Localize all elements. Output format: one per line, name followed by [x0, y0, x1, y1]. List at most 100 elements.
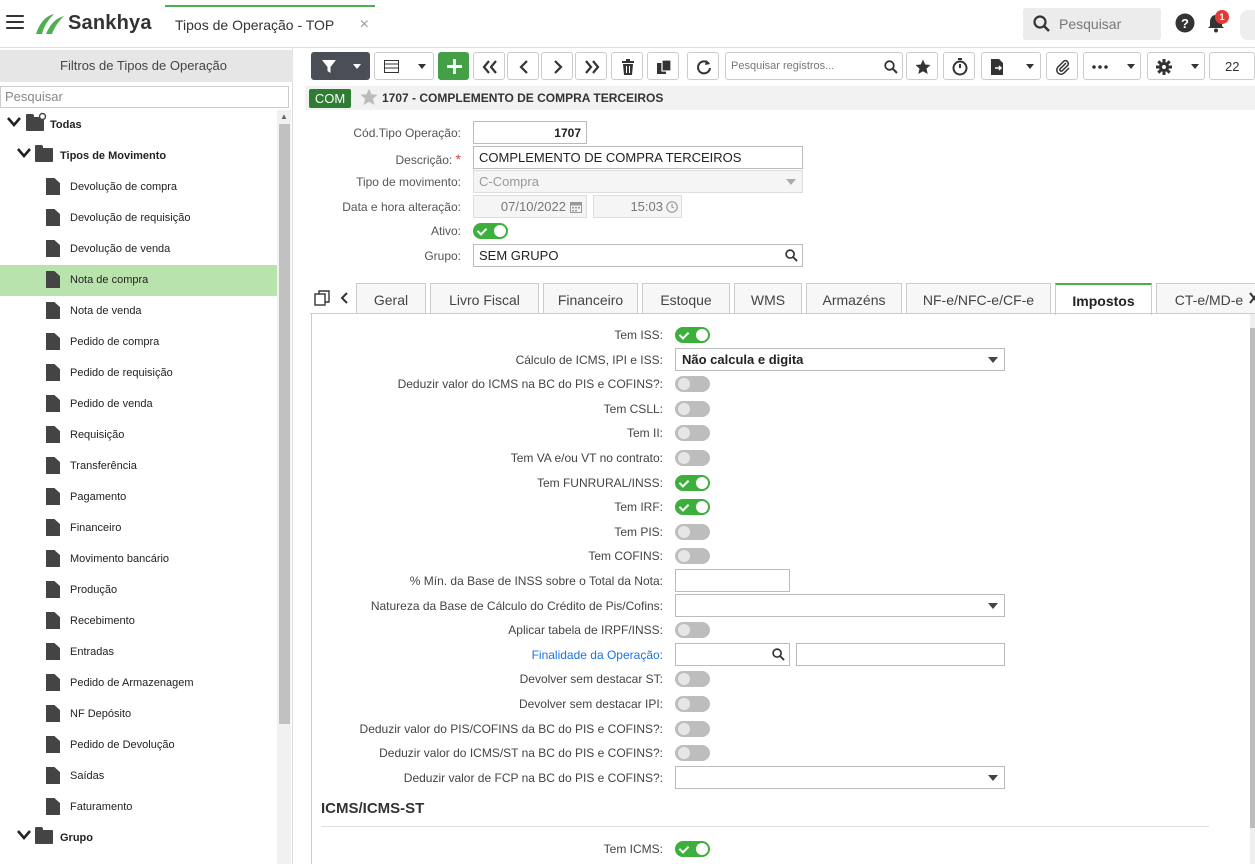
content-scroll-thumb[interactable]: [1250, 328, 1255, 828]
tree-node[interactable]: Recebimento: [0, 606, 277, 637]
settings-button[interactable]: [1147, 52, 1205, 80]
tree-node[interactable]: Todas: [0, 110, 277, 141]
toggle-switch[interactable]: [675, 696, 710, 712]
toggle-switch[interactable]: [675, 721, 710, 737]
copy-icon[interactable]: [314, 290, 330, 306]
tree-node[interactable]: Movimento bancário: [0, 544, 277, 575]
descricao-field[interactable]: COMPLEMENTO DE COMPRA TERCEIROS: [473, 146, 803, 169]
toggle-switch[interactable]: [675, 401, 710, 417]
tree-node-label: Produção: [70, 584, 118, 596]
grupo-field[interactable]: SEM GRUPO: [473, 244, 803, 267]
tree-node[interactable]: Pedido de venda: [0, 389, 277, 420]
content-scrollbar[interactable]: [1250, 314, 1255, 864]
chevron-down-icon[interactable]: [17, 830, 31, 840]
tree-node[interactable]: Devolução de requisição: [0, 203, 277, 234]
select-field[interactable]: [675, 766, 1005, 789]
toggle-switch[interactable]: [675, 622, 710, 638]
open-tab[interactable]: Tipos de Operação - TOP ×: [165, 5, 375, 43]
favorite-button[interactable]: [906, 52, 938, 80]
text-field[interactable]: [675, 569, 790, 592]
tree-node[interactable]: Requisição: [0, 420, 277, 451]
timer-button[interactable]: [943, 52, 975, 80]
tree-node[interactable]: Transferência: [0, 451, 277, 482]
next-record-button[interactable]: [541, 52, 573, 80]
tree-node[interactable]: Pagamento: [0, 482, 277, 513]
attachment-button[interactable]: [1046, 52, 1078, 80]
lookup-code-field[interactable]: [675, 643, 790, 666]
tab-financeiro[interactable]: Financeiro: [543, 283, 638, 314]
cod-tipo-operacao-field[interactable]: 1707: [473, 121, 587, 144]
search-icon[interactable]: [772, 648, 785, 661]
toggle-switch[interactable]: [675, 450, 710, 466]
refresh-button[interactable]: [687, 52, 719, 80]
tree-node[interactable]: NF Depósito: [0, 699, 277, 730]
tem-icms-toggle[interactable]: [675, 841, 710, 857]
field-label[interactable]: Finalidade da Operação:: [313, 648, 663, 662]
chevron-down-icon[interactable]: [17, 148, 31, 158]
toggle-switch[interactable]: [675, 327, 710, 343]
tab-estoque[interactable]: Estoque: [642, 283, 730, 314]
tab-livro-fiscal[interactable]: Livro Fiscal: [430, 283, 539, 314]
record-search-input[interactable]: Pesquisar registros...: [725, 52, 903, 80]
tree-node[interactable]: Pedido de Devolução: [0, 730, 277, 761]
tree-node[interactable]: Pedido de Armazenagem: [0, 668, 277, 699]
lookup-description-field[interactable]: [796, 643, 1005, 666]
tree-node-label: Pedido de Devolução: [70, 739, 175, 751]
add-button[interactable]: [438, 52, 469, 80]
tree-node[interactable]: Devolução de compra: [0, 172, 277, 203]
filter-button[interactable]: [311, 52, 370, 80]
tree-node[interactable]: Grupo: [0, 823, 277, 854]
toggle-switch[interactable]: [675, 524, 710, 540]
tab-wms[interactable]: WMS: [734, 283, 802, 314]
delete-button[interactable]: [611, 52, 643, 80]
toggle-switch[interactable]: [675, 548, 710, 564]
page-size-input[interactable]: 22: [1209, 52, 1255, 80]
toggle-switch[interactable]: [675, 376, 710, 392]
close-icon[interactable]: [1249, 292, 1255, 304]
toggle-switch[interactable]: [675, 671, 710, 687]
tree-node[interactable]: Faturamento: [0, 792, 277, 823]
tab-nf-e-nfc-e-cf-e[interactable]: NF-e/NFC-e/CF-e: [906, 283, 1051, 314]
tree-node[interactable]: Entradas: [0, 637, 277, 668]
select-field[interactable]: [675, 594, 1005, 617]
toggle-switch[interactable]: [675, 745, 710, 761]
tab-ct-e-md-e[interactable]: CT-e/MD-e: [1156, 283, 1255, 314]
tab-impostos[interactable]: Impostos: [1055, 283, 1152, 315]
tree-node[interactable]: Produção: [0, 575, 277, 606]
last-record-button[interactable]: [575, 52, 607, 80]
duplicate-button[interactable]: [647, 52, 679, 80]
tree-node[interactable]: Pedido de compra: [0, 327, 277, 358]
filter-search-input[interactable]: Pesquisar: [0, 86, 289, 108]
tree-node[interactable]: Financeiro: [0, 513, 277, 544]
tree-node[interactable]: Tipos de Movimento: [0, 141, 277, 172]
tree-scroll-thumb[interactable]: [279, 124, 290, 724]
help-icon[interactable]: ?: [1175, 13, 1195, 33]
tree-node[interactable]: Saídas: [0, 761, 277, 792]
user-avatar[interactable]: [1240, 10, 1255, 40]
first-record-button[interactable]: [473, 52, 505, 80]
tree-node[interactable]: Devolução de venda: [0, 234, 277, 265]
star-icon[interactable]: [360, 88, 378, 106]
more-options-button[interactable]: [1083, 52, 1141, 80]
chevron-down-icon[interactable]: [7, 117, 21, 127]
select-field[interactable]: Não calcula e digita: [675, 348, 1005, 371]
toggle-switch[interactable]: [675, 425, 710, 441]
previous-record-button[interactable]: [507, 52, 539, 80]
tree-node[interactable]: Nota de venda: [0, 296, 277, 327]
menu-icon[interactable]: [6, 15, 24, 31]
close-icon[interactable]: ×: [360, 16, 369, 34]
tree-node[interactable]: Nota de compra: [0, 265, 277, 296]
toggle-switch[interactable]: [675, 499, 710, 515]
global-search[interactable]: Pesquisar: [1023, 8, 1161, 40]
export-button[interactable]: [981, 52, 1041, 80]
tipo-movimento-value: C-Compra: [479, 174, 539, 189]
ativo-toggle[interactable]: [473, 223, 508, 239]
scroll-up-icon[interactable]: ▲: [280, 112, 288, 121]
tab-armaz-ns[interactable]: Armazéns: [806, 283, 902, 314]
search-icon[interactable]: [785, 249, 798, 262]
chevron-left-icon[interactable]: [340, 292, 348, 304]
tree-node[interactable]: Pedido de requisição: [0, 358, 277, 389]
toggle-switch[interactable]: [675, 475, 710, 491]
tab-geral[interactable]: Geral: [356, 283, 426, 314]
grid-view-button[interactable]: [374, 52, 434, 80]
